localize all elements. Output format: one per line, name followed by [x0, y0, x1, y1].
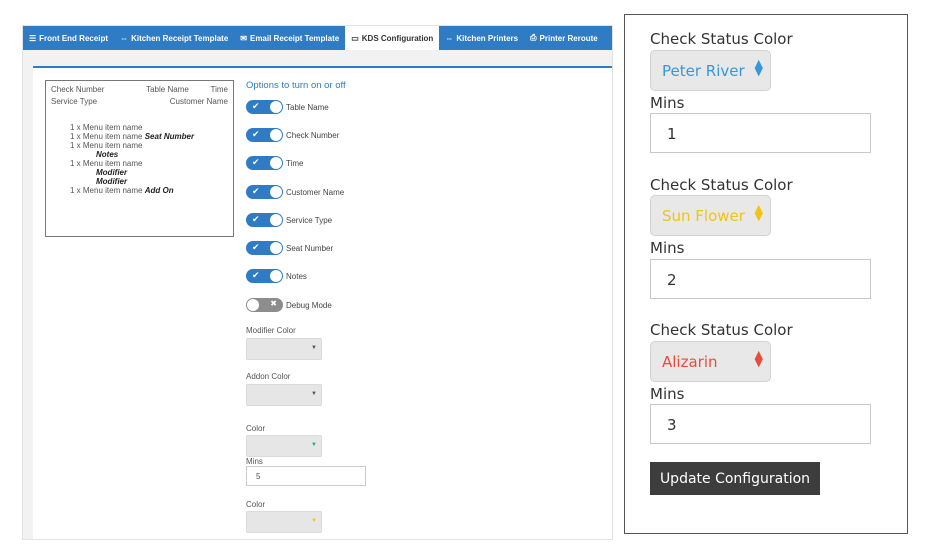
preview-item: 1 x Menu item name	[70, 141, 143, 150]
check-status-color-select[interactable]: Sun Flower ▲ ▼	[650, 195, 771, 236]
toggle-label: Check Number	[286, 130, 340, 140]
preview-subheader-row: Service Type Customer Name	[51, 97, 228, 106]
tab-front-end-receipt[interactable]: ☰ Front End Receipt	[23, 26, 114, 50]
modifier-color-label: Modifier Color	[246, 326, 296, 335]
mins-label: Mins	[650, 385, 685, 403]
envelope-icon: ✉	[240, 33, 247, 43]
toggle-seat-number[interactable]: Seat Number	[246, 241, 333, 255]
preview-header-row: Check Number Table Name Time	[51, 85, 228, 94]
update-configuration-button[interactable]: Update Configuration	[650, 462, 820, 495]
toggle-check-number[interactable]: Check Number	[246, 128, 339, 142]
preview-items: 1 x Menu item name 1 x Menu item name Se…	[70, 123, 194, 195]
mins-label: Mins	[650, 239, 685, 257]
tab-email-receipt-template[interactable]: ✉ Email Receipt Template	[234, 26, 345, 50]
toggle-switch[interactable]	[246, 128, 283, 142]
select-value: Alizarin	[662, 353, 718, 371]
preview-check-number: Check Number	[51, 85, 105, 94]
preview-service-type: Service Type	[51, 97, 98, 106]
color-select[interactable]: ▼	[246, 435, 322, 457]
chevron-down-icon: ▼	[311, 518, 317, 524]
select-value: Peter River	[662, 62, 745, 80]
toggle-label: Notes	[286, 271, 307, 281]
kds-configuration-content: Check Number Table Name Time Service Typ…	[33, 66, 612, 539]
exchange-icon: ⇔	[120, 33, 129, 43]
mins-input[interactable]: 3	[650, 404, 871, 444]
preview-modifier: Modifier	[96, 177, 128, 186]
toggle-debug-mode[interactable]: Debug Mode	[246, 298, 332, 312]
tab-kds-configuration[interactable]: ▭ KDS Configuration	[345, 26, 440, 50]
toggle-label: Customer Name	[286, 187, 345, 197]
check-status-color-select[interactable]: Peter River ▲ ▼	[650, 50, 771, 91]
tab-label: Printer Reroute	[539, 33, 598, 43]
monitor-icon: ▭	[351, 33, 359, 43]
mins-label: Mins	[246, 457, 263, 466]
toggle-customer-name[interactable]: Customer Name	[246, 185, 344, 199]
toggle-label: Debug Mode	[286, 300, 332, 310]
toggle-label: Table Name	[286, 102, 329, 112]
toggle-switch[interactable]	[246, 156, 283, 170]
ticket-preview: Check Number Table Name Time Service Typ…	[45, 80, 234, 237]
tab-label: Kitchen Receipt Template	[131, 33, 229, 43]
toggle-switch[interactable]	[246, 100, 283, 114]
preview-customer-name: Customer Name	[169, 97, 228, 106]
mins-label: Mins	[650, 94, 685, 112]
exchange-icon: ⇔	[445, 33, 454, 43]
tab-label: KDS Configuration	[361, 33, 434, 43]
toggle-label: Time	[286, 158, 304, 168]
tab-label: Kitchen Printers	[456, 33, 519, 43]
preview-item: 1 x Menu item name	[70, 159, 143, 168]
chevron-down-icon: ▼	[311, 391, 317, 397]
updown-arrow-icon: ▲ ▼	[754, 202, 763, 223]
printer-icon: ⎙	[530, 33, 537, 42]
toggle-switch[interactable]	[246, 241, 283, 255]
toggle-label: Seat Number	[286, 243, 334, 253]
preview-item: 1 x Menu item name Seat Number	[70, 132, 195, 141]
mins-input[interactable]: 5	[246, 466, 366, 486]
preview-note: Notes	[96, 150, 119, 159]
check-status-color-select[interactable]: Alizarin ▲ ▼	[650, 341, 771, 382]
check-status-panel: Check Status Color Peter River ▲ ▼ Mins 1…	[624, 14, 908, 534]
check-status-color-label: Check Status Color	[650, 321, 793, 339]
toggle-switch[interactable]	[246, 185, 283, 199]
toggle-time[interactable]: Time	[246, 156, 303, 170]
mins-input[interactable]: 2	[650, 259, 871, 299]
list-icon: ☰	[29, 33, 37, 43]
updown-arrow-icon: ▲ ▼	[754, 348, 763, 369]
color-label-2: Color	[246, 500, 266, 509]
toggle-service-type[interactable]: Service Type	[246, 213, 332, 227]
kds-settings-panel: ☰ Front End Receipt ⇔ Kitchen Receipt Te…	[22, 25, 613, 540]
toggle-label: Service Type	[286, 215, 333, 225]
tab-bar: ☰ Front End Receipt ⇔ Kitchen Receipt Te…	[23, 26, 612, 50]
preview-item: 1 x Menu item name Add On	[70, 186, 174, 195]
toggle-switch[interactable]	[246, 269, 283, 283]
tab-label: Front End Receipt	[39, 33, 109, 43]
modifier-color-select[interactable]: ▼	[246, 338, 322, 360]
updown-arrow-icon: ▲ ▼	[754, 57, 763, 78]
toggle-notes[interactable]: Notes	[246, 269, 307, 283]
check-status-color-label: Check Status Color	[650, 30, 793, 48]
tab-kitchen-printers[interactable]: ⇔ Kitchen Printers	[439, 26, 524, 50]
addon-color-select[interactable]: ▼	[246, 384, 322, 406]
tab-label: Email Receipt Template	[249, 33, 340, 43]
chevron-down-icon: ▼	[311, 442, 317, 448]
select-value: Sun Flower	[662, 207, 745, 225]
options-title: Options to turn on or off	[246, 80, 346, 91]
preview-modifier: Modifier	[96, 168, 128, 177]
color-label: Color	[246, 424, 266, 433]
toggle-switch[interactable]	[246, 298, 283, 312]
chevron-down-icon: ▼	[311, 345, 317, 351]
color-select-2[interactable]: ▼	[246, 511, 322, 533]
preview-table-name: Table Name	[146, 85, 189, 94]
toggle-table-name[interactable]: Table Name	[246, 100, 329, 114]
options-column: Options to turn on or off Table Name Che…	[246, 80, 446, 533]
tab-kitchen-receipt-template[interactable]: ⇔ Kitchen Receipt Template	[114, 26, 234, 50]
preview-time: Time	[210, 85, 228, 94]
toggle-switch[interactable]	[246, 213, 283, 227]
check-status-color-label: Check Status Color	[650, 176, 793, 194]
preview-item: 1 x Menu item name	[70, 123, 143, 132]
tab-printer-reroute[interactable]: ⎙ Printer Reroute	[524, 26, 604, 50]
mins-input[interactable]: 1	[650, 113, 871, 153]
addon-color-label: Addon Color	[246, 372, 291, 381]
